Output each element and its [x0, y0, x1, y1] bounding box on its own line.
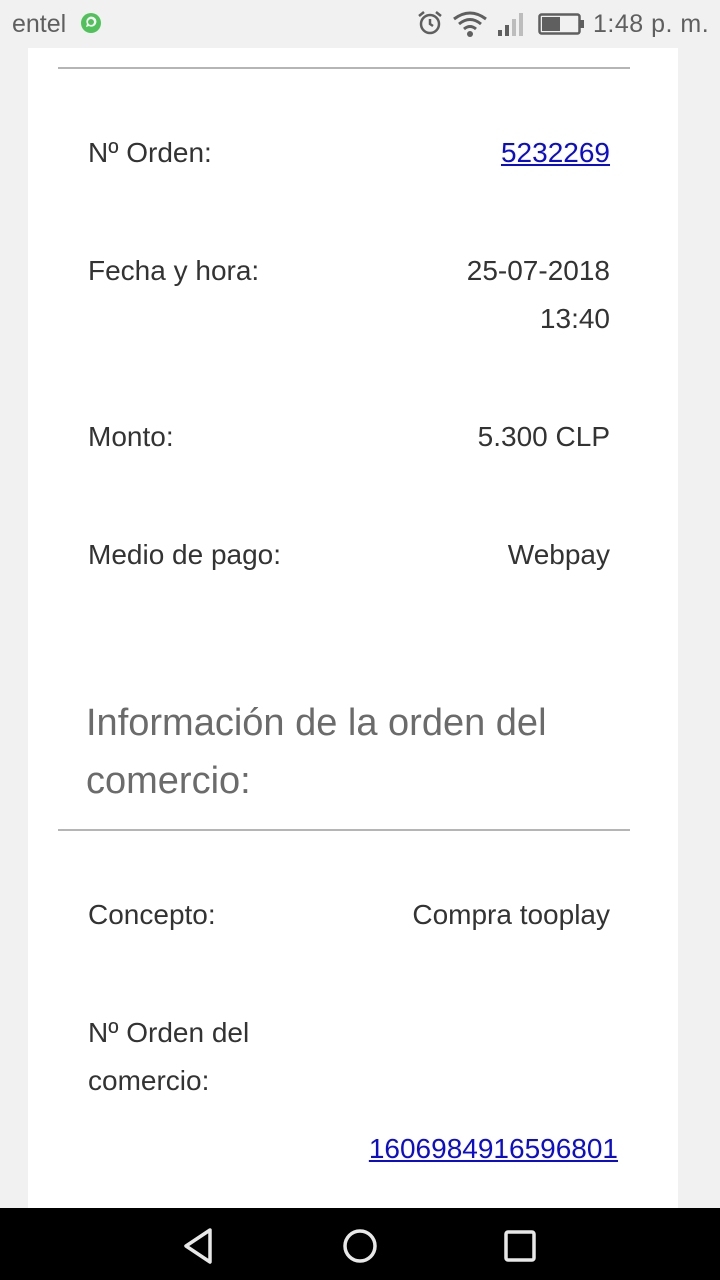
section-divider	[58, 829, 630, 831]
status-bar: entel 1:48 p. m.	[0, 0, 720, 48]
clock: 1:48 p. m.	[593, 10, 710, 38]
carrier-name: entel	[12, 10, 67, 38]
order-number-link[interactable]: 5232269	[501, 137, 610, 168]
merchant-section-title: Información de la orden del comercio:	[86, 702, 547, 802]
merchant-order-value[interactable]: 1606984916596801	[369, 1125, 618, 1173]
top-divider	[58, 67, 630, 69]
order-number-value[interactable]: 5232269	[501, 129, 610, 177]
wifi-icon	[453, 11, 487, 37]
merchant-order-label-line1: Nº Orden del	[88, 1017, 250, 1048]
payment-method-label: Medio de pago:	[88, 539, 282, 570]
amount-label: Monto:	[88, 421, 174, 452]
battery-icon	[538, 13, 584, 35]
time-value: 13:40	[539, 303, 610, 334]
merchant-order-label-line2: comercio:	[88, 1065, 210, 1096]
recent-apps-icon[interactable]	[500, 1226, 540, 1266]
merchant-order-link[interactable]: 1606984916596801	[369, 1133, 618, 1164]
order-details-card: Nº Orden: 5232269 Fecha y hora: 25-07-20…	[28, 48, 678, 1208]
signal-icon	[498, 13, 523, 36]
amount-value: 5.300 CLP	[477, 421, 610, 452]
back-icon[interactable]	[180, 1226, 220, 1266]
order-number-label: Nº Orden:	[88, 137, 212, 168]
payment-method-value: Webpay	[507, 539, 610, 570]
whatsapp-icon	[81, 13, 101, 33]
date-value: 25-07-2018	[466, 255, 610, 286]
date-label: Fecha y hora:	[88, 255, 260, 286]
concept-label: Concepto:	[88, 899, 216, 930]
navigation-bar	[0, 1208, 720, 1280]
home-icon[interactable]	[340, 1226, 380, 1266]
concept-value: Compra tooplay	[412, 899, 610, 930]
alarm-icon	[418, 11, 442, 35]
